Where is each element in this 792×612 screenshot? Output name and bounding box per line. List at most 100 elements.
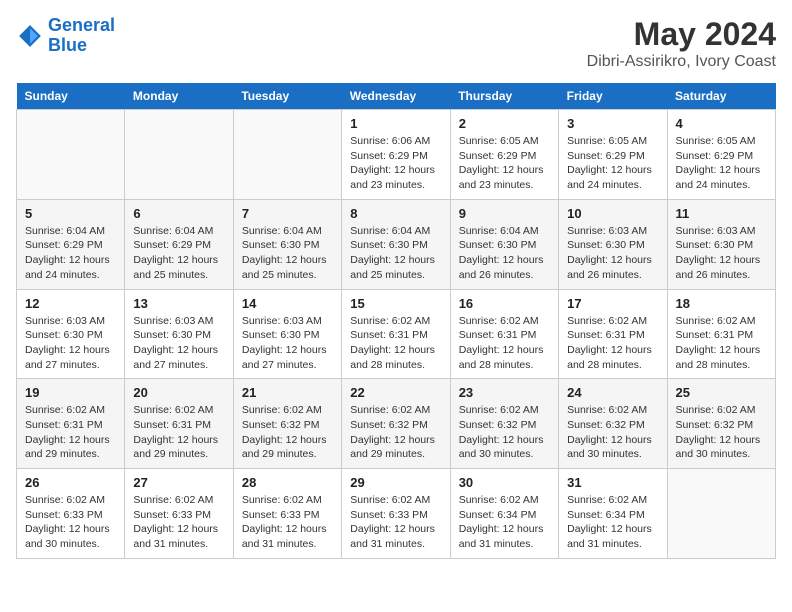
day-number: 29: [350, 475, 441, 490]
day-number: 9: [459, 206, 550, 221]
calendar-cell: 31 Sunrise: 6:02 AM Sunset: 6:34 PM Dayli…: [559, 469, 667, 559]
day-info: Sunrise: 6:02 AM Sunset: 6:32 PM Dayligh…: [350, 403, 441, 462]
weekday-header: Sunday: [17, 83, 125, 110]
day-info: Sunrise: 6:02 AM Sunset: 6:32 PM Dayligh…: [242, 403, 333, 462]
day-info: Sunrise: 6:02 AM Sunset: 6:33 PM Dayligh…: [350, 493, 441, 552]
day-number: 14: [242, 296, 333, 311]
calendar-cell: 26 Sunrise: 6:02 AM Sunset: 6:33 PM Dayli…: [17, 469, 125, 559]
calendar-cell: 3 Sunrise: 6:05 AM Sunset: 6:29 PM Daylig…: [559, 110, 667, 200]
day-info: Sunrise: 6:02 AM Sunset: 6:32 PM Dayligh…: [459, 403, 550, 462]
weekday-header-row: SundayMondayTuesdayWednesdayThursdayFrid…: [17, 83, 776, 110]
day-number: 28: [242, 475, 333, 490]
subtitle: Dibri-Assirikro, Ivory Coast: [587, 53, 776, 71]
day-info: Sunrise: 6:05 AM Sunset: 6:29 PM Dayligh…: [567, 134, 658, 193]
day-number: 20: [133, 385, 224, 400]
calendar-cell: 22 Sunrise: 6:02 AM Sunset: 6:32 PM Dayli…: [342, 379, 450, 469]
calendar-week-row: 26 Sunrise: 6:02 AM Sunset: 6:33 PM Dayli…: [17, 469, 776, 559]
day-info: Sunrise: 6:02 AM Sunset: 6:32 PM Dayligh…: [567, 403, 658, 462]
day-number: 23: [459, 385, 550, 400]
calendar-week-row: 19 Sunrise: 6:02 AM Sunset: 6:31 PM Dayli…: [17, 379, 776, 469]
day-number: 24: [567, 385, 658, 400]
day-info: Sunrise: 6:02 AM Sunset: 6:33 PM Dayligh…: [25, 493, 116, 552]
calendar-cell: 25Sunrise: 6:02 AM Sunset: 6:32 PM Dayli…: [667, 379, 775, 469]
day-number: 11: [676, 206, 767, 221]
calendar-cell: 17Sunrise: 6:02 AM Sunset: 6:31 PM Dayli…: [559, 289, 667, 379]
calendar-body: 1Sunrise: 6:06 AM Sunset: 6:29 PM Daylig…: [17, 110, 776, 559]
weekday-header: Wednesday: [342, 83, 450, 110]
calendar-cell: 8 Sunrise: 6:04 AM Sunset: 6:30 PM Daylig…: [342, 199, 450, 289]
day-info: Sunrise: 6:04 AM Sunset: 6:30 PM Dayligh…: [350, 224, 441, 283]
day-info: Sunrise: 6:02 AM Sunset: 6:31 PM Dayligh…: [567, 314, 658, 373]
day-number: 22: [350, 385, 441, 400]
day-info: Sunrise: 6:05 AM Sunset: 6:29 PM Dayligh…: [459, 134, 550, 193]
calendar-week-row: 1Sunrise: 6:06 AM Sunset: 6:29 PM Daylig…: [17, 110, 776, 200]
day-info: Sunrise: 6:02 AM Sunset: 6:34 PM Dayligh…: [567, 493, 658, 552]
day-info: Sunrise: 6:03 AM Sunset: 6:30 PM Dayligh…: [25, 314, 116, 373]
day-number: 13: [133, 296, 224, 311]
calendar-cell: 27 Sunrise: 6:02 AM Sunset: 6:33 PM Dayli…: [125, 469, 233, 559]
day-info: Sunrise: 6:02 AM Sunset: 6:33 PM Dayligh…: [133, 493, 224, 552]
calendar-week-row: 12 Sunrise: 6:03 AM Sunset: 6:30 PM Dayli…: [17, 289, 776, 379]
calendar-cell: [17, 110, 125, 200]
calendar-cell: 1Sunrise: 6:06 AM Sunset: 6:29 PM Daylig…: [342, 110, 450, 200]
calendar-cell: 30 Sunrise: 6:02 AM Sunset: 6:34 PM Dayli…: [450, 469, 558, 559]
day-info: Sunrise: 6:03 AM Sunset: 6:30 PM Dayligh…: [133, 314, 224, 373]
weekday-header: Tuesday: [233, 83, 341, 110]
day-number: 2: [459, 116, 550, 131]
logo-text: General Blue: [48, 16, 115, 56]
weekday-header: Saturday: [667, 83, 775, 110]
day-number: 30: [459, 475, 550, 490]
day-number: 19: [25, 385, 116, 400]
weekday-header: Thursday: [450, 83, 558, 110]
calendar-cell: [667, 469, 775, 559]
main-title: May 2024: [587, 16, 776, 53]
day-info: Sunrise: 6:02 AM Sunset: 6:31 PM Dayligh…: [133, 403, 224, 462]
calendar-cell: 5Sunrise: 6:04 AM Sunset: 6:29 PM Daylig…: [17, 199, 125, 289]
day-number: 31: [567, 475, 658, 490]
day-info: Sunrise: 6:02 AM Sunset: 6:34 PM Dayligh…: [459, 493, 550, 552]
day-info: Sunrise: 6:02 AM Sunset: 6:33 PM Dayligh…: [242, 493, 333, 552]
day-info: Sunrise: 6:02 AM Sunset: 6:31 PM Dayligh…: [459, 314, 550, 373]
calendar-cell: 6 Sunrise: 6:04 AM Sunset: 6:29 PM Daylig…: [125, 199, 233, 289]
calendar-cell: [125, 110, 233, 200]
calendar-cell: 7Sunrise: 6:04 AM Sunset: 6:30 PM Daylig…: [233, 199, 341, 289]
calendar-cell: 12 Sunrise: 6:03 AM Sunset: 6:30 PM Dayli…: [17, 289, 125, 379]
logo-icon: [16, 22, 44, 50]
day-info: Sunrise: 6:04 AM Sunset: 6:29 PM Dayligh…: [133, 224, 224, 283]
day-info: Sunrise: 6:02 AM Sunset: 6:31 PM Dayligh…: [350, 314, 441, 373]
calendar-cell: 21 Sunrise: 6:02 AM Sunset: 6:32 PM Dayli…: [233, 379, 341, 469]
day-number: 27: [133, 475, 224, 490]
day-number: 26: [25, 475, 116, 490]
calendar-cell: 28 Sunrise: 6:02 AM Sunset: 6:33 PM Dayli…: [233, 469, 341, 559]
calendar-cell: 29 Sunrise: 6:02 AM Sunset: 6:33 PM Dayli…: [342, 469, 450, 559]
day-info: Sunrise: 6:03 AM Sunset: 6:30 PM Dayligh…: [676, 224, 767, 283]
day-info: Sunrise: 6:03 AM Sunset: 6:30 PM Dayligh…: [242, 314, 333, 373]
day-number: 21: [242, 385, 333, 400]
page-header: General Blue May 2024 Dibri-Assirikro, I…: [16, 16, 776, 71]
calendar-cell: 18Sunrise: 6:02 AM Sunset: 6:31 PM Dayli…: [667, 289, 775, 379]
calendar-cell: 16Sunrise: 6:02 AM Sunset: 6:31 PM Dayli…: [450, 289, 558, 379]
calendar-cell: 13 Sunrise: 6:03 AM Sunset: 6:30 PM Dayli…: [125, 289, 233, 379]
day-info: Sunrise: 6:04 AM Sunset: 6:30 PM Dayligh…: [242, 224, 333, 283]
day-info: Sunrise: 6:03 AM Sunset: 6:30 PM Dayligh…: [567, 224, 658, 283]
day-number: 10: [567, 206, 658, 221]
weekday-header: Friday: [559, 83, 667, 110]
day-number: 4: [676, 116, 767, 131]
calendar-cell: 14 Sunrise: 6:03 AM Sunset: 6:30 PM Dayli…: [233, 289, 341, 379]
day-number: 3: [567, 116, 658, 131]
calendar-cell: 11 Sunrise: 6:03 AM Sunset: 6:30 PM Dayli…: [667, 199, 775, 289]
calendar-table: SundayMondayTuesdayWednesdayThursdayFrid…: [16, 83, 776, 559]
day-number: 6: [133, 206, 224, 221]
weekday-header: Monday: [125, 83, 233, 110]
calendar-cell: 10 Sunrise: 6:03 AM Sunset: 6:30 PM Dayli…: [559, 199, 667, 289]
calendar-cell: 19Sunrise: 6:02 AM Sunset: 6:31 PM Dayli…: [17, 379, 125, 469]
calendar-week-row: 5 Sunrise: 6:04 AM Sunset: 6:29 PM Daylig…: [17, 199, 776, 289]
calendar-cell: 24 Sunrise: 6:02 AM Sunset: 6:32 PM Dayli…: [559, 379, 667, 469]
calendar-cell: 15Sunrise: 6:02 AM Sunset: 6:31 PM Dayli…: [342, 289, 450, 379]
calendar-cell: 20 Sunrise: 6:02 AM Sunset: 6:31 PM Dayli…: [125, 379, 233, 469]
day-number: 5: [25, 206, 116, 221]
day-number: 8: [350, 206, 441, 221]
day-number: 12: [25, 296, 116, 311]
day-number: 25: [676, 385, 767, 400]
logo-line1: General: [48, 15, 115, 35]
